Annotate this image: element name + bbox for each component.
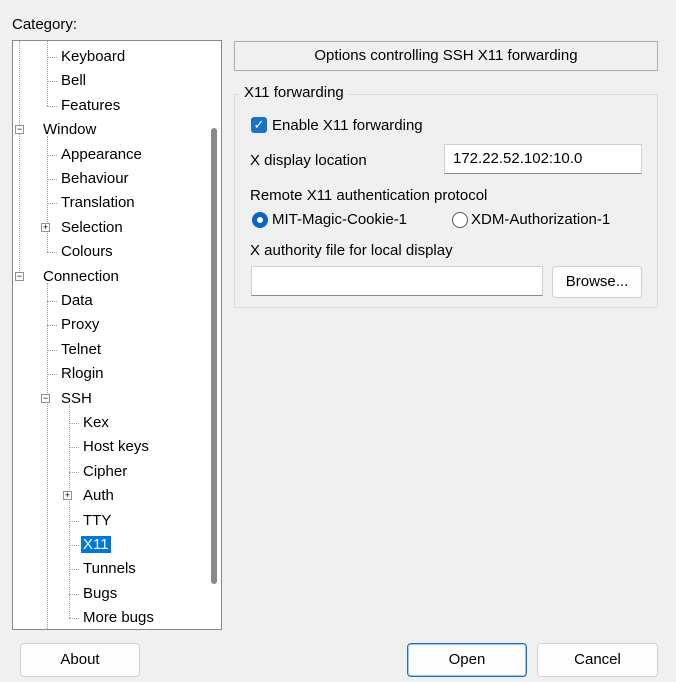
tree-item-connection[interactable]: Connection [41, 266, 121, 288]
tree-item-colours[interactable]: Colours [59, 241, 115, 263]
tree-item-more-bugs[interactable]: More bugs [81, 607, 156, 629]
tree-item-label: Cipher [83, 462, 128, 480]
enable-x11-checkbox[interactable]: ✓ [251, 117, 267, 133]
tree-scrollbar[interactable] [205, 41, 221, 629]
collapse-icon[interactable]: − [41, 393, 50, 403]
collapse-icon[interactable]: − [15, 271, 24, 281]
tree-item-label: Data [61, 292, 93, 309]
cancel-button[interactable]: Cancel [537, 643, 658, 677]
about-button[interactable]: About [20, 643, 140, 677]
tree-item-tunnels[interactable]: Tunnels [81, 558, 138, 580]
tree-item-bugs[interactable]: Bugs [81, 583, 119, 605]
tree-item-label: Proxy [61, 316, 100, 334]
enable-x11-label: Enable X11 forwarding [272, 117, 423, 134]
radio-mit-magic-cookie[interactable] [252, 212, 268, 228]
auth-protocol-label: Remote X11 authentication protocol [250, 187, 488, 204]
authority-file-field[interactable] [251, 266, 543, 296]
tree-item-auth[interactable]: Auth [81, 485, 116, 507]
tree-item-label: SSH [61, 389, 92, 407]
tree-item-label: X11 [81, 536, 111, 553]
display-location-field[interactable]: 172.22.52.102:10.0 [444, 144, 642, 174]
tree-item-telnet[interactable]: Telnet [59, 339, 103, 361]
radio-xdm-label: XDM-Authorization-1 [471, 211, 611, 228]
group-title: X11 forwarding [240, 84, 348, 101]
tree-item-keyboard[interactable]: Keyboard [59, 46, 127, 68]
tree-item-appearance[interactable]: Appearance [59, 144, 144, 166]
scrollbar-thumb[interactable] [211, 128, 217, 584]
tree-item-proxy[interactable]: Proxy [59, 314, 101, 336]
tree-item-label: TTY [83, 511, 112, 529]
tree-item-label: Bugs [83, 584, 118, 602]
tree-item-bell[interactable]: Bell [59, 70, 88, 92]
tree-item-label: Auth [83, 487, 114, 505]
tree-item-ssh[interactable]: SSH [59, 388, 94, 410]
tree-item-label: Window [43, 121, 97, 139]
tree-item-host-keys[interactable]: Host keys [81, 436, 151, 458]
tree-item-window[interactable]: Window [41, 119, 98, 141]
expand-icon[interactable]: + [41, 222, 50, 232]
tree-item-label: Tunnels [83, 560, 136, 578]
radio-mit-label: MIT-Magic-Cookie-1 [272, 211, 408, 228]
radio-xdm-authorization[interactable] [452, 212, 468, 228]
tree-item-label: Colours [61, 243, 113, 261]
tree-item-label: More bugs [83, 609, 154, 627]
open-button[interactable]: Open [407, 643, 527, 677]
tree-item-label: Host keys [83, 438, 149, 456]
expand-icon[interactable]: + [63, 491, 72, 501]
tree-item-label: Translation [61, 194, 135, 212]
tree-item-label: Kex [83, 414, 109, 431]
tree-item-rlogin[interactable]: Rlogin [59, 363, 106, 385]
authority-file-label: X authority file for local display [250, 242, 453, 259]
tree-item-behaviour[interactable]: Behaviour [59, 168, 131, 190]
tree-item-label: Appearance [61, 145, 142, 163]
display-location-label: X display location [250, 152, 367, 169]
tree-item-label: Keyboard [61, 48, 126, 65]
tree-item-label: Behaviour [61, 170, 129, 187]
tree-item-translation[interactable]: Translation [59, 192, 137, 214]
collapse-icon[interactable]: − [15, 125, 24, 135]
panel-header: Options controlling SSH X11 forwarding [234, 41, 658, 71]
tree-item-selection[interactable]: Selection [59, 217, 125, 239]
tree-item-cipher[interactable]: Cipher [81, 461, 129, 483]
tree-item-label: Features [61, 96, 121, 114]
category-tree[interactable]: Keyboard Bell Features Window − Appearance Beh… [12, 40, 222, 630]
tree-item-x11[interactable]: X11 [81, 534, 111, 556]
tree-item-label: Rlogin [61, 365, 104, 383]
tree-item-label: Bell [61, 72, 87, 90]
tree-item-data[interactable]: Data [59, 290, 95, 312]
tree-item-label: Selection [61, 218, 123, 236]
tree-item-kex[interactable]: Kex [81, 412, 111, 434]
tree-item-label: Connection [43, 267, 119, 285]
tree-item-label: Telnet [61, 340, 102, 358]
tree-item-tty[interactable]: TTY [81, 510, 113, 532]
browse-button[interactable]: Browse... [552, 266, 642, 298]
tree-item-features[interactable]: Features [59, 95, 122, 117]
category-label: Category: [12, 16, 78, 33]
